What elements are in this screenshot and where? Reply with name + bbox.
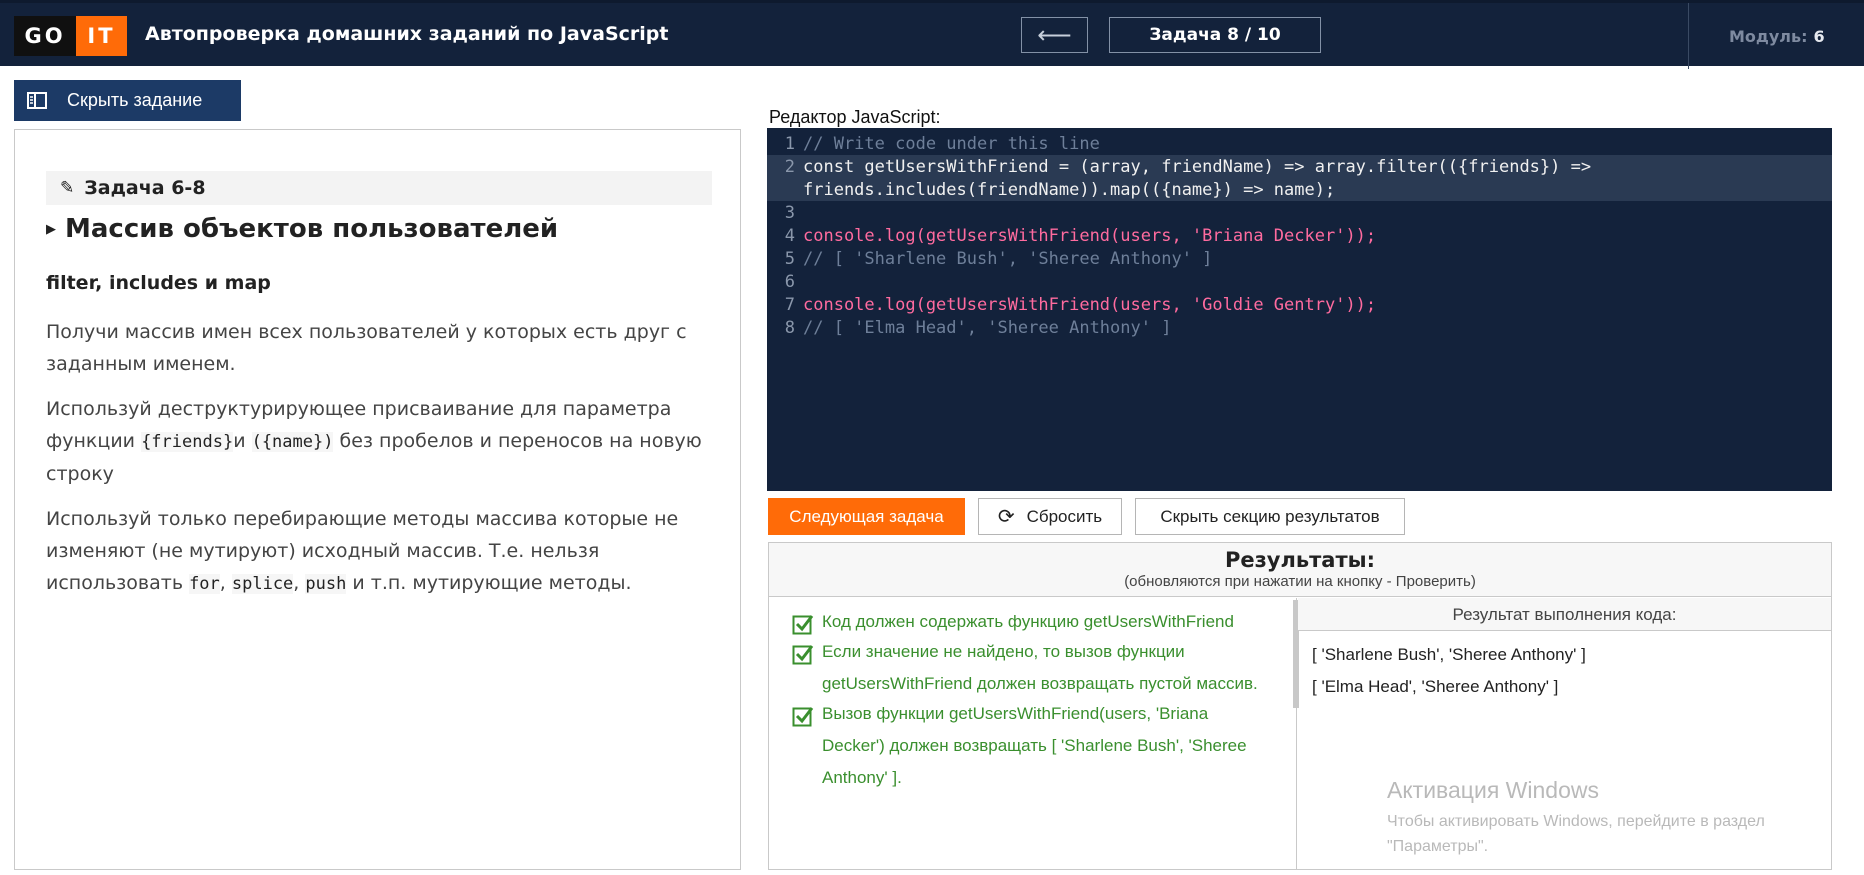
output-line: [ 'Sharlene Bush', 'Sheree Anthony' ] bbox=[1312, 645, 1586, 664]
hide-results-button[interactable]: Скрыть секцию результатов bbox=[1135, 498, 1405, 535]
line-number: 8 bbox=[784, 317, 795, 338]
checkbox-checked-icon bbox=[792, 705, 814, 727]
line-number: 3 bbox=[784, 202, 795, 223]
results-title: Результаты: bbox=[1224, 548, 1376, 572]
goit-logo[interactable]: GO IT bbox=[14, 16, 127, 56]
module-label: Модуль: bbox=[1729, 27, 1808, 46]
app-title: Автопроверка домашних заданий по JavaScr… bbox=[145, 23, 669, 45]
check-text: Вызов функции getUsersWithFriend(users, … bbox=[822, 704, 1247, 787]
code-text: // [ 'Sharlene Bush', 'Sheree Anthony' ] bbox=[803, 248, 1213, 269]
output-body: [ 'Sharlene Bush', 'Sheree Anthony' ] [ … bbox=[1298, 631, 1831, 703]
arrow-left-icon: ⟵ bbox=[1037, 21, 1072, 49]
inline-code: ({name}) bbox=[251, 432, 334, 452]
task-tag: ✎ Задача 6-8 bbox=[46, 171, 712, 205]
editor-label: Редактор JavaScript: bbox=[769, 107, 941, 127]
previous-task-button[interactable]: ⟵ bbox=[1021, 17, 1088, 53]
task-paragraph-3: Используй только перебирающие методы мас… bbox=[46, 503, 726, 600]
logo-it: IT bbox=[76, 16, 127, 56]
check-text: Если значение не найдено, то вызов функц… bbox=[822, 642, 1258, 693]
reset-label: Сбросить bbox=[1026, 506, 1103, 526]
task-paragraph-2: Используй деструктурирующее присваивание… bbox=[46, 393, 726, 490]
task-tag-label: Задача 6-8 bbox=[84, 177, 206, 199]
triangle-right-icon: ▶ bbox=[46, 221, 56, 236]
check-item: Вызов функции getUsersWithFriend(users, … bbox=[769, 702, 1269, 794]
inline-code: splice bbox=[231, 574, 294, 594]
code-text: // Write code under this line bbox=[803, 133, 1100, 154]
code-line[interactable]: 6 bbox=[767, 270, 1832, 293]
logo-go: GO bbox=[14, 16, 76, 56]
code-line-wrapped[interactable]: friends.includes(friendName)).map(({name… bbox=[767, 178, 1832, 201]
code-text: // [ 'Elma Head', 'Sheree Anthony' ] bbox=[803, 317, 1172, 338]
check-text: Код должен содержать функцию getUsersWit… bbox=[822, 612, 1234, 631]
code-line[interactable]: 1 // Write code under this line bbox=[767, 132, 1832, 155]
line-number: 6 bbox=[784, 271, 795, 292]
task-paragraph-1: Получи массив имен всех пользователей у … bbox=[46, 321, 687, 375]
inline-code: for bbox=[189, 574, 220, 594]
code-line[interactable]: 8 // [ 'Elma Head', 'Sheree Anthony' ] bbox=[767, 316, 1832, 339]
code-text: const getUsersWithFriend = (array, frien… bbox=[803, 156, 1592, 177]
task-description-panel: ✎ Задача 6-8 ▶ Массив объектов пользоват… bbox=[14, 129, 741, 870]
line-number: 2 bbox=[784, 156, 795, 177]
text-segment: и т.п. мутирующие методы. bbox=[346, 572, 632, 594]
checks-list[interactable]: Код должен содержать функцию getUsersWit… bbox=[769, 598, 1297, 870]
code-text: console.log(getUsersWithFriend(users, 'G… bbox=[803, 294, 1377, 315]
code-line[interactable]: 3 bbox=[767, 201, 1832, 224]
refresh-icon: ⟳ bbox=[997, 506, 1015, 528]
text-segment: , bbox=[293, 572, 306, 594]
task-counter[interactable]: Задача 8 / 10 bbox=[1109, 17, 1321, 53]
code-line[interactable]: 4 console.log(getUsersWithFriend(users, … bbox=[767, 224, 1832, 247]
code-text: friends.includes(friendName)).map(({name… bbox=[803, 179, 1336, 200]
top-header: GO IT Автопроверка домашних заданий по J… bbox=[0, 0, 1864, 69]
next-task-button[interactable]: Следующая задача bbox=[768, 498, 965, 535]
text-segment: , bbox=[219, 572, 232, 594]
results-header: Результаты: (обновляются при нажатии на … bbox=[769, 543, 1831, 597]
line-number: 7 bbox=[784, 294, 795, 315]
windows-activation-subtitle: Чтобы активировать Windows, перейдите в … bbox=[1387, 813, 1765, 855]
code-text: console.log(getUsersWithFriend(users, 'B… bbox=[803, 225, 1377, 246]
inline-code: {friends} bbox=[141, 432, 234, 452]
header-divider bbox=[1688, 3, 1689, 69]
task-subheading: filter, includes и map bbox=[46, 272, 271, 294]
results-subtitle: (обновляются при нажатии на кнопку - Про… bbox=[1124, 573, 1476, 590]
code-line[interactable]: 5 // [ 'Sharlene Bush', 'Sheree Anthony'… bbox=[767, 247, 1832, 270]
code-line[interactable]: 7 console.log(getUsersWithFriend(users, … bbox=[767, 293, 1832, 316]
hide-task-label: Скрыть задание bbox=[67, 90, 203, 110]
output-title: Результат выполнения кода: bbox=[1298, 598, 1831, 631]
task-heading-toggle[interactable]: ▶ Массив объектов пользователей bbox=[46, 214, 558, 244]
check-item: Код должен содержать функцию getUsersWit… bbox=[769, 610, 1269, 638]
line-number: 1 bbox=[784, 133, 795, 154]
reset-button[interactable]: ⟳ Сбросить bbox=[978, 498, 1122, 535]
hide-task-button[interactable]: Скрыть задание bbox=[14, 80, 241, 121]
panel-icon bbox=[27, 92, 47, 109]
task-heading: Массив объектов пользователей bbox=[65, 214, 559, 244]
pencil-icon: ✎ bbox=[60, 178, 75, 197]
checkbox-checked-icon bbox=[792, 643, 814, 665]
checkbox-checked-icon bbox=[792, 613, 814, 635]
code-editor[interactable]: 1 // Write code under this line 2 const … bbox=[767, 128, 1832, 491]
line-number: 5 bbox=[784, 248, 795, 269]
text-segment: и bbox=[233, 430, 252, 452]
task-body: Получи массив имен всех пользователей у … bbox=[46, 316, 726, 613]
inline-code: push bbox=[305, 574, 347, 594]
module-indicator: Модуль: 6 bbox=[1729, 27, 1825, 46]
line-number: 4 bbox=[784, 225, 795, 246]
windows-activation-title: Активация Windows bbox=[1387, 777, 1599, 803]
module-number: 6 bbox=[1813, 27, 1825, 46]
output-line: [ 'Elma Head', 'Sheree Anthony' ] bbox=[1312, 677, 1559, 696]
check-item: Если значение не найдено, то вызов функц… bbox=[769, 640, 1269, 700]
code-line-active[interactable]: 2 const getUsersWithFriend = (array, fri… bbox=[767, 155, 1832, 178]
